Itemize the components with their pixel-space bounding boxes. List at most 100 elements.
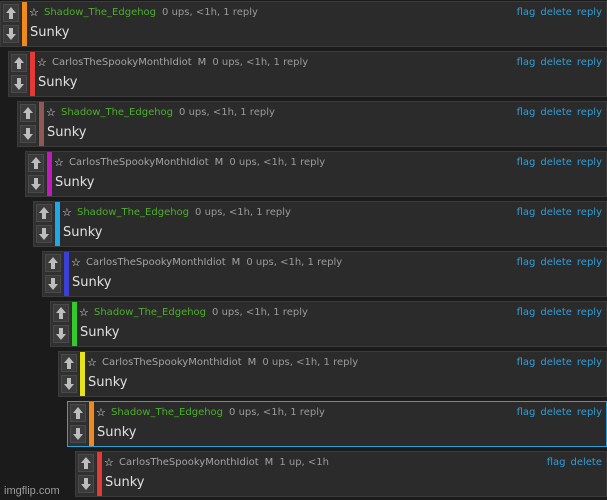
vote-controls [76, 452, 96, 496]
arrow-down-icon [23, 128, 33, 140]
delete-link[interactable]: delete [540, 107, 572, 118]
reply-link[interactable]: reply [577, 357, 602, 368]
comment: ☆ CarlosTheSpookyMonthIdiot M 0 ups, <1h, 1… [8, 51, 607, 97]
vote-controls [68, 402, 88, 446]
star-icon[interactable]: ☆ [71, 255, 83, 271]
star-icon[interactable]: ☆ [37, 55, 49, 71]
star-icon[interactable]: ☆ [54, 155, 66, 171]
comment-meta: ☆ CarlosTheSpookyMonthIdiot M 1 up, <1h [104, 455, 602, 471]
downvote-button[interactable] [11, 75, 27, 93]
star-icon[interactable]: ☆ [46, 105, 58, 121]
downvote-button[interactable] [53, 325, 69, 343]
depth-indicator-bar [47, 152, 52, 196]
upvote-button[interactable] [28, 154, 44, 172]
username-link[interactable]: CarlosTheSpookyMonthIdiot [69, 157, 209, 168]
upvote-button[interactable] [11, 54, 27, 72]
flag-link[interactable]: flag [547, 457, 566, 468]
arrow-up-icon [14, 57, 24, 69]
flag-link[interactable]: flag [517, 357, 536, 368]
comment-body: Sunky [72, 275, 112, 290]
star-icon[interactable]: ☆ [62, 205, 74, 221]
username-link[interactable]: Shadow_The_Edgehog [111, 407, 223, 418]
comment-stats: 1 up, <1h [279, 457, 329, 468]
username-link[interactable]: CarlosTheSpookyMonthIdiot [86, 257, 226, 268]
downvote-button[interactable] [61, 375, 77, 393]
downvote-button[interactable] [20, 125, 36, 143]
comment-stats: 0 ups, <1h, 1 reply [212, 57, 309, 68]
upvote-button[interactable] [70, 404, 86, 422]
comment-body: Sunky [63, 225, 103, 240]
star-icon[interactable]: ☆ [79, 305, 91, 321]
username-link[interactable]: Shadow_The_Edgehog [44, 7, 156, 18]
username-link[interactable]: Shadow_The_Edgehog [94, 307, 206, 318]
upvote-button[interactable] [20, 104, 36, 122]
delete-link[interactable]: delete [570, 457, 602, 468]
delete-link[interactable]: delete [540, 357, 572, 368]
username-link[interactable]: CarlosTheSpookyMonthIdiot [102, 357, 242, 368]
reply-link[interactable]: reply [577, 157, 602, 168]
delete-link[interactable]: delete [540, 57, 572, 68]
flag-link[interactable]: flag [517, 207, 536, 218]
downvote-button[interactable] [45, 275, 61, 293]
depth-indicator-bar [97, 452, 102, 496]
comment-stats: 0 ups, <1h, 1 reply [229, 407, 325, 418]
arrow-down-icon [31, 178, 41, 190]
star-icon[interactable]: ☆ [87, 355, 99, 371]
downvote-button[interactable] [70, 425, 86, 443]
delete-link[interactable]: delete [540, 7, 572, 18]
vote-controls [18, 102, 38, 146]
flag-link[interactable]: flag [517, 57, 536, 68]
flag-link[interactable]: flag [517, 307, 536, 318]
comment-body: Sunky [55, 175, 95, 190]
comment-stats: 0 ups, <1h, 1 reply [246, 257, 343, 268]
upvote-button[interactable] [53, 304, 69, 322]
delete-link[interactable]: delete [540, 307, 572, 318]
upvote-button[interactable] [36, 204, 52, 222]
flag-link[interactable]: flag [517, 407, 536, 418]
mod-badge: M [247, 357, 257, 368]
arrow-up-icon [73, 407, 83, 419]
reply-link[interactable]: reply [577, 407, 602, 418]
username-link[interactable]: CarlosTheSpookyMonthIdiot [119, 457, 259, 468]
username-link[interactable]: CarlosTheSpookyMonthIdiot [52, 57, 192, 68]
upvote-button[interactable] [45, 254, 61, 272]
flag-link[interactable]: flag [517, 157, 536, 168]
delete-link[interactable]: delete [540, 207, 572, 218]
comment-body: Sunky [97, 425, 137, 440]
star-icon[interactable]: ☆ [29, 5, 41, 21]
star-icon[interactable]: ☆ [104, 455, 116, 471]
flag-link[interactable]: flag [517, 107, 536, 118]
delete-link[interactable]: delete [540, 257, 572, 268]
reply-link[interactable]: reply [577, 307, 602, 318]
arrow-down-icon [14, 78, 24, 90]
vote-controls [26, 152, 46, 196]
username-link[interactable]: Shadow_The_Edgehog [77, 207, 189, 218]
comment-thread: ☆ Shadow_The_Edgehog 0 ups, <1h, 1 reply f… [0, 0, 607, 500]
arrow-up-icon [39, 207, 49, 219]
arrow-up-icon [48, 257, 58, 269]
downvote-button[interactable] [28, 175, 44, 193]
reply-link[interactable]: reply [577, 57, 602, 68]
reply-link[interactable]: reply [577, 207, 602, 218]
flag-link[interactable]: flag [517, 7, 536, 18]
upvote-button[interactable] [78, 454, 94, 472]
reply-link[interactable]: reply [577, 7, 602, 18]
flag-link[interactable]: flag [517, 257, 536, 268]
comment-actions: flag delete reply [512, 55, 602, 71]
downvote-button[interactable] [3, 25, 19, 43]
star-icon[interactable]: ☆ [96, 405, 108, 421]
delete-link[interactable]: delete [540, 407, 572, 418]
downvote-button[interactable] [78, 475, 94, 493]
downvote-button[interactable] [36, 225, 52, 243]
vote-controls [1, 2, 21, 46]
reply-link[interactable]: reply [577, 257, 602, 268]
comment-stats: 0 ups, <1h, 1 reply [179, 107, 275, 118]
vote-controls [34, 202, 54, 246]
delete-link[interactable]: delete [540, 157, 572, 168]
username-link[interactable]: Shadow_The_Edgehog [61, 107, 173, 118]
reply-link[interactable]: reply [577, 107, 602, 118]
upvote-button[interactable] [61, 354, 77, 372]
depth-indicator-bar [89, 402, 94, 446]
comment-actions: flag delete reply [512, 405, 602, 421]
upvote-button[interactable] [3, 4, 19, 22]
